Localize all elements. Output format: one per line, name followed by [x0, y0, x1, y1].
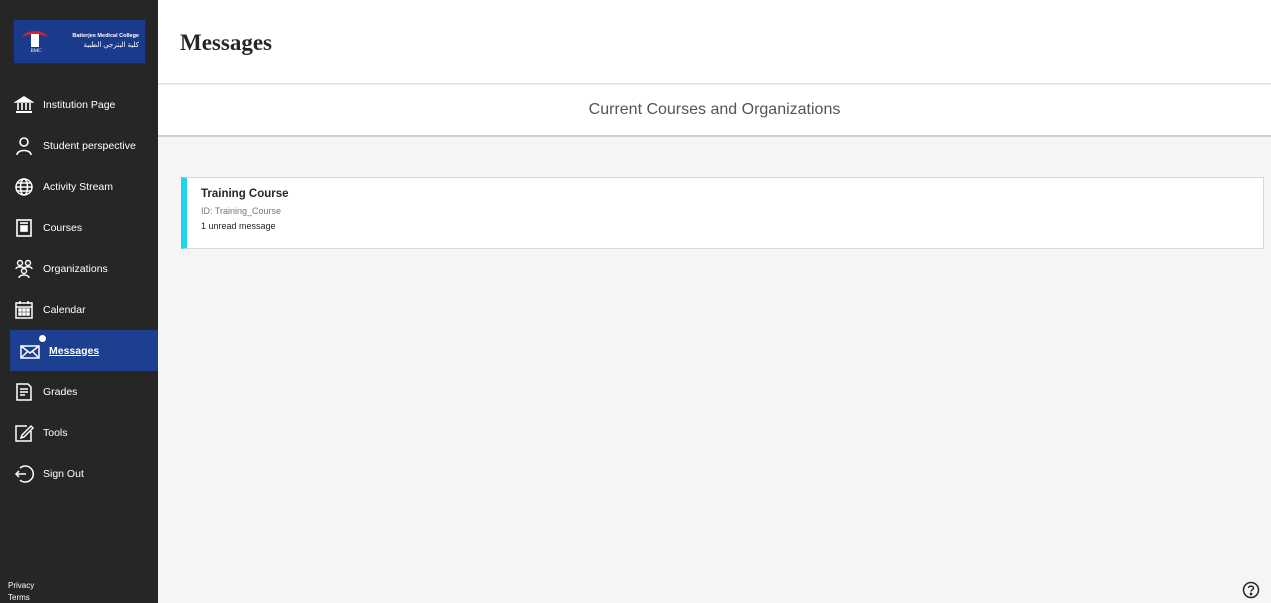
sidebar-item-label: Organizations: [43, 262, 108, 275]
sidebar-item-label: Activity Stream: [43, 180, 114, 193]
organizations-icon: [14, 259, 34, 279]
page-title: Messages: [180, 30, 272, 55]
unread-indicator: [38, 334, 47, 343]
sidebar-item-messages[interactable]: Messages: [0, 330, 158, 371]
sidebar-nav: Institution Page Student perspective Act…: [0, 84, 158, 494]
sidebar-item-organizations[interactable]: Organizations: [0, 248, 158, 289]
sidebar-item-courses[interactable]: Courses: [0, 207, 158, 248]
calendar-icon: [14, 300, 34, 320]
sidebar-item-calendar[interactable]: Calendar: [0, 289, 158, 330]
sidebar-item-sign-out[interactable]: Sign Out: [0, 453, 158, 494]
course-name[interactable]: Training Course: [201, 188, 1263, 200]
main-content: Messages Current Courses and Organizatio…: [158, 0, 1271, 603]
sidebar-item-institution-page[interactable]: Institution Page: [0, 84, 158, 125]
tools-icon: [14, 423, 34, 443]
course-card[interactable]: Training Course ID: Training_Course 1 un…: [181, 177, 1264, 249]
sidebar-item-label: Tools: [43, 426, 68, 439]
page-header: Messages: [158, 0, 1271, 84]
logo-abbr: BMC: [30, 48, 42, 54]
person-icon: [14, 136, 34, 156]
globe-icon: [14, 177, 34, 197]
section-title: Current Courses and Organizations: [588, 101, 841, 118]
section-header: Current Courses and Organizations: [158, 85, 1271, 137]
logo-name-ar: كلية البترجي الطبية: [83, 41, 139, 49]
sidebar-item-label: Calendar: [43, 303, 86, 316]
sidebar-item-label: Messages: [49, 344, 100, 357]
unread-count: 1 unread message: [201, 221, 276, 231]
app-window: BMC Batterjee Medical College كلية البتر…: [0, 0, 1271, 603]
sidebar-item-label: Sign Out: [43, 467, 84, 480]
sidebar-item-tools[interactable]: Tools: [0, 412, 158, 453]
college-logo[interactable]: BMC Batterjee Medical College كلية البتر…: [13, 19, 146, 64]
sign-out-icon: [14, 464, 34, 484]
footer-links: Privacy Terms: [8, 580, 34, 603]
terms-link[interactable]: Terms: [8, 592, 34, 603]
sidebar-item-label: Student perspective: [43, 139, 136, 152]
sidebar-item-label: Grades: [43, 385, 78, 398]
sidebar-item-label: Institution Page: [43, 98, 116, 111]
logo-name-en: Batterjee Medical College: [72, 33, 139, 39]
privacy-link[interactable]: Privacy: [8, 580, 34, 592]
sidebar-item-activity-stream[interactable]: Activity Stream: [0, 166, 158, 207]
logo-text: Batterjee Medical College كلية البترجي ا…: [50, 33, 139, 50]
logo-emblem: BMC: [20, 25, 50, 59]
institution-icon: [14, 95, 34, 115]
sidebar-item-student-perspective[interactable]: Student perspective: [0, 125, 158, 166]
help-icon[interactable]: [1242, 581, 1260, 599]
courses-icon: [14, 218, 34, 238]
sidebar-item-grades[interactable]: Grades: [0, 371, 158, 412]
sidebar-item-label: Courses: [43, 221, 83, 234]
sidebar: BMC Batterjee Medical College كلية البتر…: [0, 0, 158, 603]
grades-icon: [14, 382, 34, 402]
envelope-icon: [20, 341, 40, 361]
course-id: ID: Training_Course: [201, 206, 282, 216]
